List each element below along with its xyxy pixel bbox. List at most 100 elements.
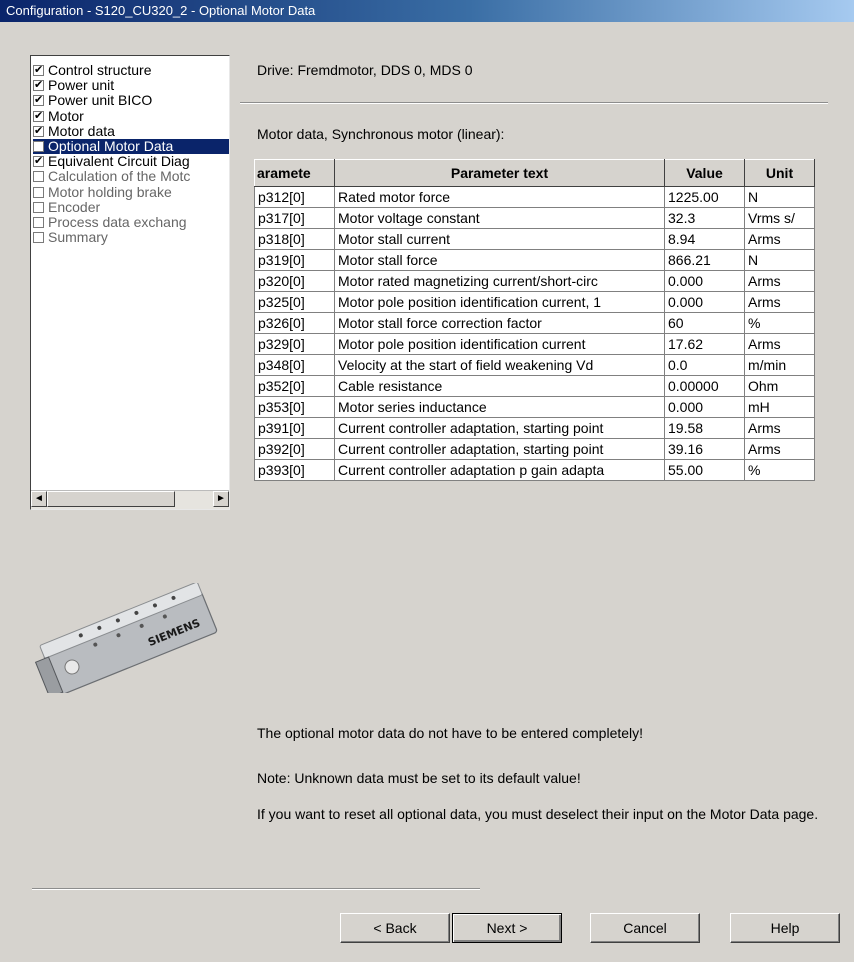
checkbox-checked-icon[interactable]: ✔ [33, 95, 44, 107]
parameter-number: p319[0] [254, 249, 335, 271]
checkbox-checked-icon[interactable]: ✔ [33, 80, 44, 92]
parameter-unit: Arms [744, 417, 815, 439]
parameter-value[interactable]: 8.94 [664, 228, 745, 250]
parameter-value[interactable]: 17.62 [664, 333, 745, 355]
checkbox-icon[interactable] [33, 217, 44, 228]
parameter-text: Motor rated magnetizing current/short-ci… [334, 270, 665, 292]
parameter-text: Motor stall force correction factor [334, 312, 665, 334]
parameter-value[interactable]: 0.0 [664, 354, 745, 376]
table-row[interactable]: p325[0] Motor pole position identificatio… [254, 291, 815, 313]
parameter-text: Motor pole position identification curre… [334, 333, 665, 355]
help-button[interactable]: Help [730, 913, 840, 943]
nav-item[interactable]: Process data exchang [33, 215, 229, 230]
column-header-value[interactable]: Value [664, 159, 745, 187]
parameter-unit: % [744, 312, 815, 334]
table-row[interactable]: p319[0] Motor stall force 866.21 N [254, 249, 815, 271]
info-reset-instructions: If you want to reset all optional data, … [257, 806, 819, 822]
nav-item[interactable]: Encoder [33, 198, 229, 215]
parameter-number: p393[0] [254, 459, 335, 481]
nav-item[interactable]: ✔ Control structure [33, 63, 229, 78]
table-row[interactable]: p317[0] Motor voltage constant 32.3 Vrms s/ [254, 207, 815, 229]
nav-item[interactable]: ✔ Power unit [33, 78, 229, 93]
motor-device-image: SIEMENS [34, 583, 218, 693]
cancel-button[interactable]: Cancel [590, 913, 700, 943]
back-button[interactable]: < Back [340, 913, 450, 943]
table-row[interactable]: p318[0] Motor stall current 8.94 Arms [254, 228, 815, 250]
checkbox-checked-icon[interactable]: ✔ [33, 65, 44, 76]
checkbox-checked-icon[interactable]: ✔ [33, 156, 44, 168]
table-row[interactable]: p329[0] Motor pole position identificatio… [254, 333, 815, 355]
table-row[interactable]: p326[0] Motor stall force correction fact… [254, 312, 815, 334]
checkbox-icon[interactable] [33, 141, 44, 152]
scroll-left-icon[interactable]: ◄ [31, 491, 47, 507]
nav-item[interactable]: Motor holding brake [33, 184, 229, 200]
parameter-value[interactable]: 39.16 [664, 438, 745, 460]
parameter-unit: Vrms s/ [744, 207, 815, 229]
table-row[interactable]: p391[0] Current controller adaptation, st… [254, 417, 815, 439]
table-row[interactable]: p320[0] Motor rated magnetizing current/s… [254, 270, 815, 292]
nav-item[interactable]: ✔ Motor data [33, 123, 229, 139]
nav-item[interactable]: Optional Motor Data [33, 139, 229, 154]
parameter-number: p318[0] [254, 228, 335, 250]
checkbox-icon[interactable] [33, 232, 44, 244]
wizard-step-list[interactable]: Summary Process data exchang Encoder Motor … [30, 55, 230, 510]
parameter-text: Cable resistance [334, 375, 665, 397]
parameter-number: p325[0] [254, 291, 335, 313]
nav-item[interactable]: ✔ Power unit BICO [33, 93, 229, 108]
nav-item-label: Encoder [48, 198, 101, 215]
table-row[interactable]: p392[0] Current controller adaptation, st… [254, 438, 815, 460]
checkbox-icon[interactable] [33, 201, 44, 213]
parameter-unit: Arms [744, 291, 815, 313]
scrollbar-thumb[interactable] [47, 491, 175, 507]
parameter-value[interactable]: 0.000 [664, 291, 745, 313]
table-row[interactable]: p353[0] Motor series inductance 0.000 mH [254, 396, 815, 418]
parameter-unit: Arms [744, 333, 815, 355]
column-header-parameter-text[interactable]: Parameter text [334, 159, 665, 187]
motor-data-label: Motor data, Synchronous motor (linear): [257, 126, 505, 142]
parameter-text: Velocity at the start of field weakening… [334, 354, 665, 376]
table-row[interactable]: p312[0] Rated motor force 1225.00 N [254, 186, 815, 208]
parameter-value[interactable]: 32.3 [664, 207, 745, 229]
parameter-value[interactable]: 55.00 [664, 459, 745, 481]
parameter-unit: N [744, 186, 815, 208]
divider-bottom [32, 888, 480, 890]
parameter-value[interactable]: 60 [664, 312, 745, 334]
parameter-table: aramete Parameter text Value Unit p312[0… [254, 159, 815, 481]
nav-item[interactable]: ✔ Motor [33, 108, 229, 124]
nav-item-label: Summary [48, 229, 108, 246]
parameter-number: p352[0] [254, 375, 335, 397]
next-button[interactable]: Next > [452, 913, 562, 943]
parameter-value[interactable]: 866.21 [664, 249, 745, 271]
parameter-text: Motor series inductance [334, 396, 665, 418]
checkbox-checked-icon[interactable]: ✔ [33, 110, 44, 122]
parameter-text: Motor pole position identification curre… [334, 291, 665, 313]
table-row[interactable]: p393[0] Current controller adaptation p g… [254, 459, 815, 481]
nav-item[interactable]: Calculation of the Motc [33, 169, 229, 184]
divider [240, 102, 828, 104]
parameter-unit: Arms [744, 228, 815, 250]
column-header-parameter[interactable]: aramete [254, 159, 335, 187]
nav-item[interactable]: Summary [33, 230, 229, 245]
checkbox-checked-icon[interactable]: ✔ [33, 125, 44, 137]
drive-label: Drive: Fremdmotor, DDS 0, MDS 0 [257, 62, 473, 78]
table-row[interactable]: p352[0] Cable resistance 0.00000 Ohm [254, 375, 815, 397]
scroll-right-icon[interactable]: ► [213, 491, 229, 507]
table-row[interactable]: p348[0] Velocity at the start of field we… [254, 354, 815, 376]
nav-item-label: Process data exchang [48, 214, 187, 230]
nav-horizontal-scrollbar[interactable]: ◄ ► [31, 490, 229, 509]
parameter-unit: Arms [744, 438, 815, 460]
parameter-value[interactable]: 19.58 [664, 417, 745, 439]
parameter-value[interactable]: 1225.00 [664, 186, 745, 208]
parameter-number: p329[0] [254, 333, 335, 355]
parameter-value[interactable]: 0.000 [664, 396, 745, 418]
nav-item[interactable]: ✔ Equivalent Circuit Diag [33, 154, 229, 169]
column-header-unit[interactable]: Unit [744, 159, 815, 187]
window-title: Configuration - S120_CU320_2 - Optional … [0, 0, 854, 22]
checkbox-icon[interactable] [33, 186, 44, 198]
checkbox-icon[interactable] [33, 171, 44, 183]
parameter-unit: N [744, 249, 815, 271]
parameter-value[interactable]: 0.000 [664, 270, 745, 292]
parameter-value[interactable]: 0.00000 [664, 375, 745, 397]
nav-item-label: Power unit BICO [48, 92, 153, 109]
parameter-number: p317[0] [254, 207, 335, 229]
